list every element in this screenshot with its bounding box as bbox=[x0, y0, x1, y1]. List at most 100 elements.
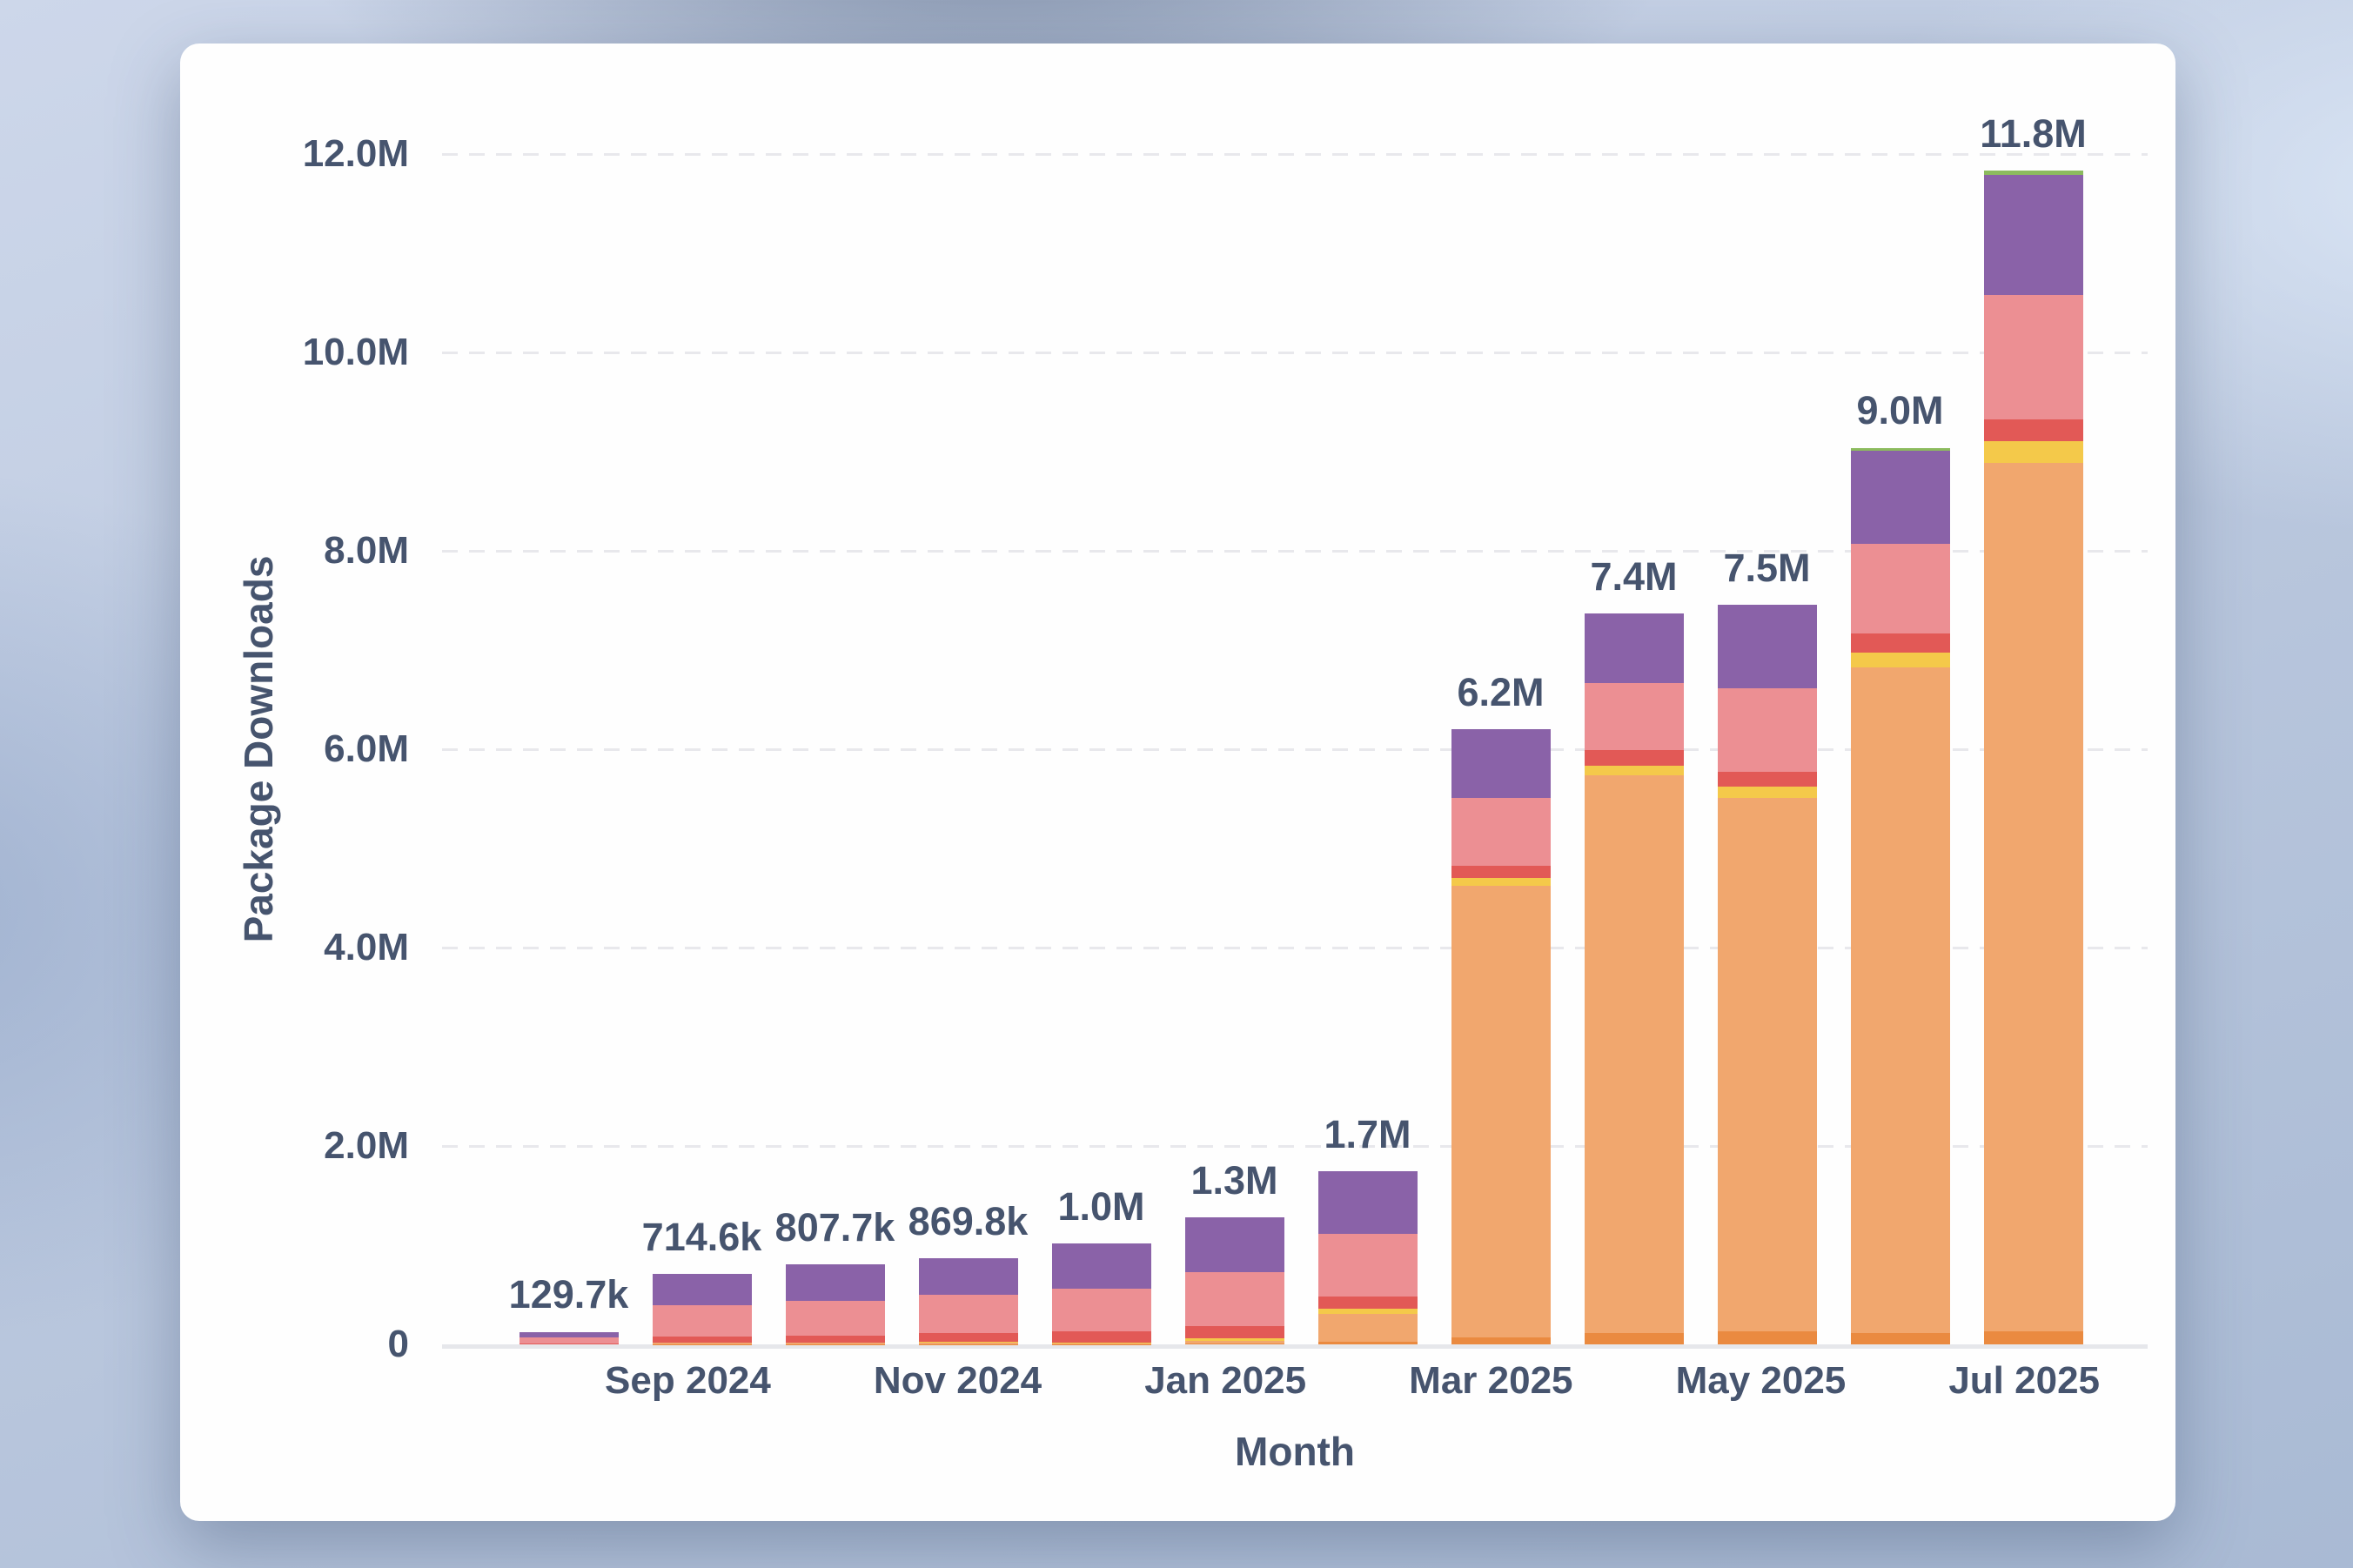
bar bbox=[1185, 1217, 1284, 1344]
bar-slot-apr-2025: 7.4M bbox=[1567, 154, 1700, 1344]
x-tick-label-empty bbox=[1306, 1359, 1409, 1403]
bar-segment-yellow bbox=[1984, 441, 2083, 463]
bar-value-label: 1.3M bbox=[1190, 1158, 1277, 1203]
bar-segment-pink bbox=[1718, 688, 1817, 772]
bar-segment-red bbox=[653, 1337, 752, 1343]
bar-segment-pink bbox=[1451, 798, 1551, 866]
bar-segment-purple bbox=[1585, 613, 1684, 683]
bar-slot-jan-2025: 1.3M bbox=[1168, 154, 1301, 1344]
bar-value-label: 1.7M bbox=[1324, 1112, 1411, 1157]
bar-segment-red bbox=[786, 1336, 885, 1343]
x-tick-label-empty bbox=[771, 1359, 874, 1403]
bar bbox=[786, 1264, 885, 1344]
bar-segment-purple bbox=[1318, 1171, 1418, 1234]
bar-segment-pink bbox=[786, 1301, 885, 1336]
bar bbox=[919, 1258, 1018, 1344]
bar-segment-orange bbox=[1851, 667, 1950, 1334]
bar-segment-yellow bbox=[1451, 878, 1551, 886]
bar-segment-orange bbox=[1984, 463, 2083, 1331]
y-tick-label: 0 bbox=[200, 1317, 409, 1371]
y-tick-label: 8.0M bbox=[200, 524, 409, 578]
y-tick-label: 12.0M bbox=[200, 127, 409, 181]
y-tick-label: 4.0M bbox=[200, 921, 409, 975]
x-tick-label: Nov 2024 bbox=[874, 1359, 1042, 1403]
bar-segment-dark-orange bbox=[1585, 1333, 1684, 1344]
bar-segment-dark-orange bbox=[1318, 1342, 1418, 1344]
bar-segment-pink bbox=[1318, 1234, 1418, 1297]
bar-slot-nov-2024: 869.8k bbox=[902, 154, 1035, 1344]
bar-value-label: 714.6k bbox=[642, 1215, 762, 1260]
bar bbox=[1984, 171, 2083, 1344]
bar bbox=[1585, 613, 1684, 1344]
y-tick-label: 6.0M bbox=[200, 722, 409, 776]
x-tick-label: Jan 2025 bbox=[1144, 1359, 1306, 1403]
bar-segment-orange bbox=[1585, 775, 1684, 1333]
x-axis-tick-labels: Sep 2024 Nov 2024 Jan 2025 Mar 2025 May 2025… bbox=[502, 1359, 2100, 1403]
bar-value-label: 129.7k bbox=[509, 1272, 629, 1317]
bar-value-label: 1.0M bbox=[1057, 1184, 1144, 1230]
bar-slot-feb-2025: 1.7M bbox=[1301, 154, 1434, 1344]
bar-segment-yellow bbox=[1585, 766, 1684, 775]
bar bbox=[1451, 729, 1551, 1344]
bar-segment-red bbox=[1851, 633, 1950, 653]
bar-segment-red bbox=[1984, 419, 2083, 441]
bar-slot-jul-2025: 11.8M bbox=[1967, 154, 2100, 1344]
bar-value-label: 11.8M bbox=[1980, 111, 2087, 157]
bar-segment-dark-orange bbox=[1984, 1331, 2083, 1344]
bar-segment-purple bbox=[1851, 451, 1950, 544]
bar-value-label: 6.2M bbox=[1457, 670, 1544, 715]
bar-segment-orange bbox=[1318, 1314, 1418, 1342]
bar bbox=[1718, 605, 1817, 1344]
bar-segment-red bbox=[1718, 772, 1817, 787]
y-tick-label: 10.0M bbox=[200, 325, 409, 379]
chart-card: 129.7k 714.6k807.7k869.8k 1.0M 1.3M 1.7M 6.2M… bbox=[180, 44, 2175, 1521]
bar-slot-mar-2025: 6.2M bbox=[1434, 154, 1567, 1344]
bar-segment-dark-orange bbox=[1851, 1333, 1950, 1344]
x-tick-label: Sep 2024 bbox=[605, 1359, 771, 1403]
bar bbox=[1851, 448, 1950, 1345]
bar-segment-purple bbox=[1984, 175, 2083, 295]
x-tick-label-empty bbox=[502, 1359, 605, 1403]
bar-segment-pink bbox=[1851, 544, 1950, 633]
bar-segment-orange bbox=[1451, 886, 1551, 1337]
bar-slot-sep-2024: 714.6k bbox=[635, 154, 768, 1344]
bar-value-label: 869.8k bbox=[908, 1199, 1029, 1244]
bar-segment-purple bbox=[919, 1258, 1018, 1295]
bar-segment-orange bbox=[1718, 798, 1817, 1331]
bar-slot-jun-2025: 9.0M bbox=[1833, 154, 1967, 1344]
bar-segment-pink bbox=[1052, 1289, 1151, 1332]
bar-segment-yellow bbox=[1718, 787, 1817, 798]
bar-segment-pink bbox=[1185, 1272, 1284, 1326]
x-tick-label: May 2025 bbox=[1676, 1359, 1847, 1403]
y-tick-label: 2.0M bbox=[200, 1119, 409, 1173]
bar-slot-aug-2024: 129.7k bbox=[502, 154, 635, 1344]
bar-value-label: 7.5M bbox=[1723, 546, 1810, 591]
bar-segment-red bbox=[1585, 750, 1684, 767]
x-tick-label-empty bbox=[1846, 1359, 1948, 1403]
bar-segment-purple bbox=[1052, 1243, 1151, 1289]
bar-slot-oct-2024: 807.7k bbox=[768, 154, 902, 1344]
x-tick-label-empty bbox=[1573, 1359, 1676, 1403]
bars-container: 129.7k 714.6k807.7k869.8k 1.0M 1.3M 1.7M 6.2M… bbox=[502, 154, 2100, 1344]
bar-slot-dec-2024: 1.0M bbox=[1035, 154, 1168, 1344]
bar-segment-purple bbox=[1451, 729, 1551, 799]
bar-segment-red bbox=[1318, 1297, 1418, 1309]
x-tick-label: Mar 2025 bbox=[1409, 1359, 1572, 1403]
x-axis-title: Month bbox=[442, 1428, 2148, 1475]
bar-segment-purple bbox=[1718, 605, 1817, 688]
x-axis-line bbox=[442, 1344, 2148, 1349]
bar-value-label: 7.4M bbox=[1590, 554, 1677, 600]
bar-segment-yellow bbox=[1851, 653, 1950, 667]
bar-segment-purple bbox=[1185, 1217, 1284, 1272]
bar-segment-dark-orange bbox=[1451, 1337, 1551, 1344]
bar-segment-pink bbox=[653, 1305, 752, 1337]
bar bbox=[1052, 1243, 1151, 1344]
bar bbox=[520, 1332, 619, 1344]
bar-segment-pink bbox=[1585, 683, 1684, 749]
x-tick-label-empty bbox=[1042, 1359, 1144, 1403]
bar bbox=[1318, 1171, 1418, 1344]
bar-segment-red bbox=[1451, 866, 1551, 878]
bar-segment-red bbox=[1185, 1326, 1284, 1338]
x-tick-label: Jul 2025 bbox=[1948, 1359, 2100, 1403]
bar-value-label: 9.0M bbox=[1856, 388, 1943, 433]
